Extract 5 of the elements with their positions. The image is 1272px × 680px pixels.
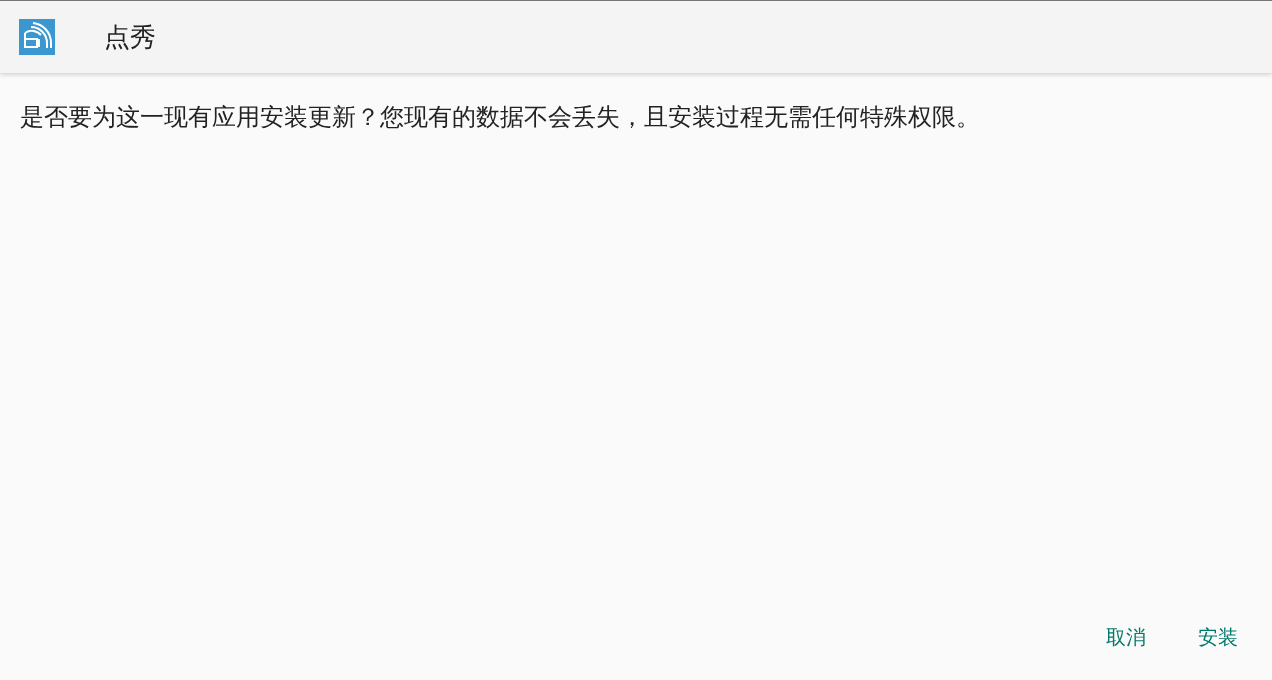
app-icon bbox=[19, 19, 55, 55]
install-button[interactable]: 安装 bbox=[1180, 614, 1256, 660]
message-text: 是否要为这一现有应用安装更新？您现有的数据不会丢失，且安装过程无需任何特殊权限。 bbox=[19, 102, 981, 133]
cancel-button[interactable]: 取消 bbox=[1088, 614, 1164, 660]
app-title: 点秀 bbox=[104, 20, 156, 54]
